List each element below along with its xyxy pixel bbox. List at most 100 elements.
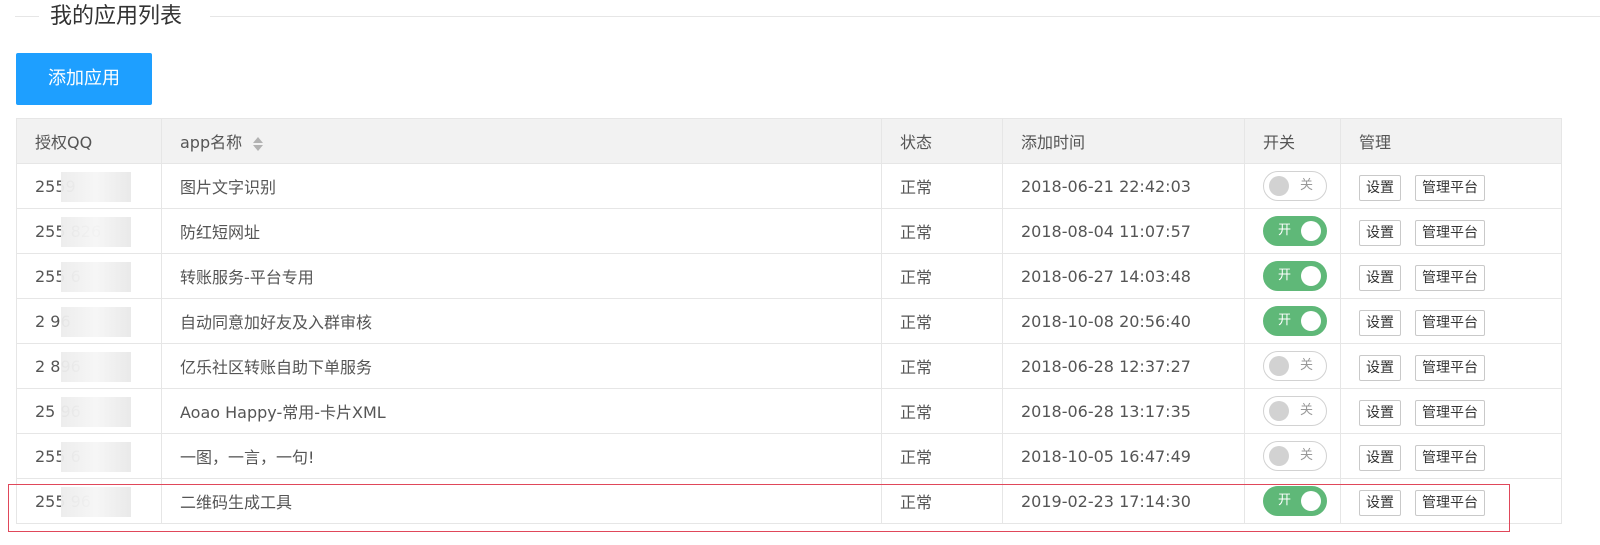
table-row: 255 96 二维码生成工具 正常 2019-02-23 17:14:30 开 … bbox=[16, 478, 1562, 524]
app-name-cell: 自动同意加好友及入群审核 bbox=[161, 298, 882, 344]
table-row: 2 896 亿乐社区转账自助下单服务 正常 2018-06-28 12:37:2… bbox=[16, 343, 1562, 389]
app-name-cell: 转账服务-平台专用 bbox=[161, 253, 882, 299]
settings-button[interactable]: 设置 bbox=[1359, 265, 1401, 291]
platform-button[interactable]: 管理平台 bbox=[1415, 265, 1485, 291]
added-time-cell: 2018-10-05 16:47:49 bbox=[1002, 433, 1245, 479]
added-time-cell: 2018-06-28 12:37:27 bbox=[1002, 343, 1245, 389]
app-name: 防红短网址 bbox=[180, 223, 261, 242]
app-toggle-switch[interactable]: 关 bbox=[1263, 351, 1327, 381]
settings-button[interactable]: 设置 bbox=[1359, 355, 1401, 381]
switch-label: 关 bbox=[1299, 178, 1313, 193]
sort-icon[interactable] bbox=[252, 136, 264, 152]
switch-cell: 开 bbox=[1244, 298, 1341, 344]
header-app-name[interactable]: app名称 bbox=[161, 118, 882, 164]
qq-cell: 255 6 bbox=[16, 253, 162, 299]
app-toggle-switch[interactable]: 关 bbox=[1263, 441, 1327, 471]
platform-button[interactable]: 管理平台 bbox=[1415, 310, 1485, 336]
added-time-cell: 2018-10-08 20:56:40 bbox=[1002, 298, 1245, 344]
added-time: 2018-06-27 14:03:48 bbox=[1021, 266, 1191, 286]
header-switch: 开关 bbox=[1244, 118, 1341, 164]
added-time: 2018-10-05 16:47:49 bbox=[1021, 446, 1191, 466]
switch-label: 开 bbox=[1278, 493, 1292, 508]
added-time: 2018-08-04 11:07:57 bbox=[1021, 221, 1191, 241]
platform-button[interactable]: 管理平台 bbox=[1415, 445, 1485, 471]
settings-button[interactable]: 设置 bbox=[1359, 175, 1401, 201]
qq-cell: 255 826 bbox=[16, 208, 162, 254]
app-name-cell: 亿乐社区转账自助下单服务 bbox=[161, 343, 882, 389]
app-name: 转账服务-平台专用 bbox=[180, 268, 314, 287]
switch-label: 开 bbox=[1278, 268, 1292, 283]
platform-button[interactable]: 管理平台 bbox=[1415, 490, 1485, 516]
added-time: 2019-02-23 17:14:30 bbox=[1021, 491, 1191, 511]
settings-button[interactable]: 设置 bbox=[1359, 445, 1401, 471]
status-cell: 正常 bbox=[881, 163, 1003, 209]
settings-button[interactable]: 设置 bbox=[1359, 400, 1401, 426]
switch-label: 关 bbox=[1299, 448, 1313, 463]
app-name: 自动同意加好友及入群审核 bbox=[180, 313, 373, 332]
app-name-cell: 防红短网址 bbox=[161, 208, 882, 254]
platform-button[interactable]: 管理平台 bbox=[1415, 355, 1485, 381]
platform-button[interactable]: 管理平台 bbox=[1415, 400, 1485, 426]
app-toggle-switch[interactable]: 关 bbox=[1263, 171, 1327, 201]
settings-button[interactable]: 设置 bbox=[1359, 220, 1401, 246]
status-cell: 正常 bbox=[881, 208, 1003, 254]
header-added-time: 添加时间 bbox=[1002, 118, 1245, 164]
settings-button[interactable]: 设置 bbox=[1359, 490, 1401, 516]
status-cell: 正常 bbox=[881, 253, 1003, 299]
switch-knob bbox=[1269, 446, 1289, 466]
manage-cell: 设置 管理平台 bbox=[1340, 208, 1562, 254]
added-time: 2018-06-28 12:37:27 bbox=[1021, 356, 1191, 376]
switch-cell: 关 bbox=[1244, 343, 1341, 389]
blur-mask bbox=[61, 487, 131, 517]
qq-cell: 2 96 bbox=[16, 298, 162, 344]
switch-cell: 关 bbox=[1244, 388, 1341, 434]
manage-cell: 设置 管理平台 bbox=[1340, 298, 1562, 344]
app-name-cell: 一图，一言，一句! bbox=[161, 433, 882, 479]
platform-button[interactable]: 管理平台 bbox=[1415, 220, 1485, 246]
app-name-cell: Aoao Happy-常用-卡片XML bbox=[161, 388, 882, 434]
status-cell: 正常 bbox=[881, 388, 1003, 434]
blur-mask bbox=[61, 262, 131, 292]
switch-cell: 开 bbox=[1244, 253, 1341, 299]
app-name-cell: 图片文字识别 bbox=[161, 163, 882, 209]
app-toggle-switch[interactable]: 关 bbox=[1263, 396, 1327, 426]
blur-mask bbox=[61, 217, 131, 247]
app-toggle-switch[interactable]: 开 bbox=[1263, 261, 1327, 291]
app-table: 授权QQ app名称 状态 添加时间 开关 管理 2559 图片文字识别 正常 … bbox=[16, 118, 1562, 524]
switch-cell: 开 bbox=[1244, 208, 1341, 254]
blur-mask bbox=[61, 397, 131, 427]
switch-label: 开 bbox=[1278, 313, 1292, 328]
app-name: 二维码生成工具 bbox=[180, 493, 293, 512]
blur-mask bbox=[61, 352, 131, 382]
table-row: 2 96 自动同意加好友及入群审核 正常 2018-10-08 20:56:40… bbox=[16, 298, 1562, 344]
manage-cell: 设置 管理平台 bbox=[1340, 163, 1562, 209]
switch-cell: 关 bbox=[1244, 163, 1341, 209]
status-text: 正常 bbox=[900, 448, 933, 467]
settings-button[interactable]: 设置 bbox=[1359, 310, 1401, 336]
add-app-button[interactable]: 添加应用 bbox=[16, 53, 152, 105]
qq-cell: 255 6 bbox=[16, 433, 162, 479]
app-toggle-switch[interactable]: 开 bbox=[1263, 216, 1327, 246]
status-text: 正常 bbox=[900, 358, 933, 377]
app-toggle-switch[interactable]: 开 bbox=[1263, 306, 1327, 336]
platform-button[interactable]: 管理平台 bbox=[1415, 175, 1485, 201]
status-cell: 正常 bbox=[881, 433, 1003, 479]
status-text: 正常 bbox=[900, 313, 933, 332]
added-time-cell: 2018-08-04 11:07:57 bbox=[1002, 208, 1245, 254]
manage-cell: 设置 管理平台 bbox=[1340, 343, 1562, 389]
switch-knob bbox=[1269, 356, 1289, 376]
table-row: 255 6 一图，一言，一句! 正常 2018-10-05 16:47:49 关… bbox=[16, 433, 1562, 479]
manage-cell: 设置 管理平台 bbox=[1340, 388, 1562, 434]
switch-knob bbox=[1301, 491, 1321, 511]
header-manage: 管理 bbox=[1340, 118, 1562, 164]
added-time-cell: 2018-06-28 13:17:35 bbox=[1002, 388, 1245, 434]
qq-cell: 25 96 bbox=[16, 388, 162, 434]
manage-cell: 设置 管理平台 bbox=[1340, 433, 1562, 479]
header-qq: 授权QQ bbox=[16, 118, 162, 164]
status-cell: 正常 bbox=[881, 343, 1003, 389]
app-name-cell: 二维码生成工具 bbox=[161, 478, 882, 524]
app-toggle-switch[interactable]: 开 bbox=[1263, 486, 1327, 516]
status-cell: 正常 bbox=[881, 298, 1003, 344]
status-text: 正常 bbox=[900, 178, 933, 197]
switch-knob bbox=[1269, 176, 1289, 196]
